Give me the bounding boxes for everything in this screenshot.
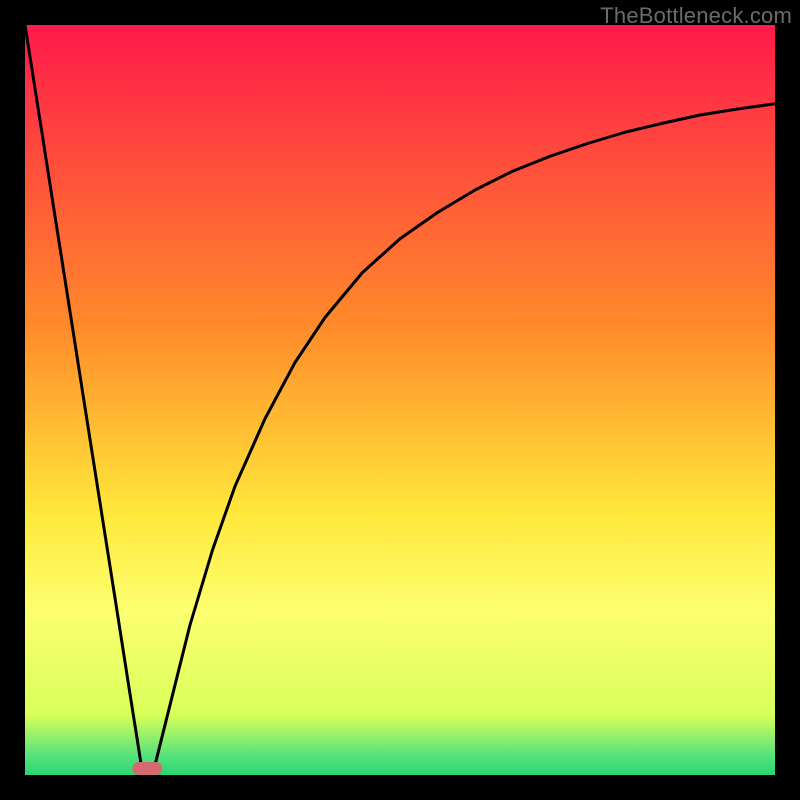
plot-area	[25, 25, 775, 775]
watermark-text: TheBottleneck.com	[600, 3, 792, 29]
gradient-background	[25, 25, 775, 775]
minimum-marker	[132, 762, 162, 775]
chart-frame: TheBottleneck.com	[0, 0, 800, 800]
chart-svg	[25, 25, 775, 775]
minimum-marker-pill	[132, 762, 162, 775]
